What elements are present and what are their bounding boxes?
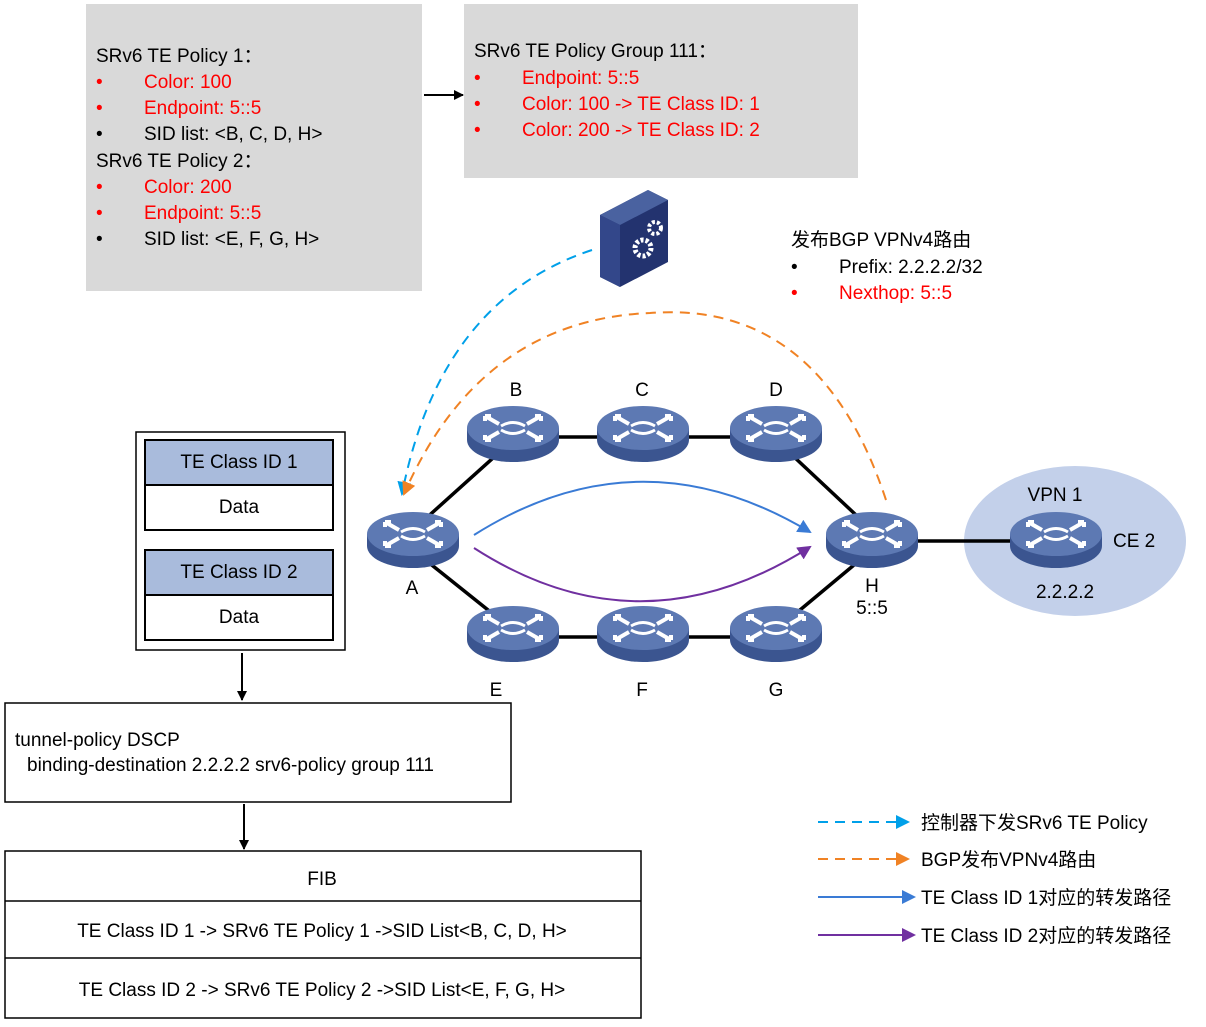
packets-box: TE Class ID 1 Data TE Class ID 2 Data — [135, 431, 346, 651]
label-g: G — [769, 680, 784, 701]
fib-title: FIB — [307, 869, 337, 890]
srv6-diagram: SRv6 TE Policy 1： • Color: 100 • Endpoint:… — [4, 4, 1186, 1019]
label-f: F — [636, 680, 648, 701]
label-ce2: CE 2 — [1113, 531, 1155, 552]
svg-text:•: • — [96, 124, 103, 145]
svg-text:•: • — [96, 98, 103, 119]
bgp-note: 发布BGP VPNv4路由 • Prefix: 2.2.2.2/32 • Nexth… — [791, 229, 983, 304]
group-color-100: Color: 100 -> TE Class ID: 1 — [522, 94, 760, 115]
policy2-color: Color: 200 — [144, 177, 232, 198]
label-h-addr: 5::5 — [856, 598, 888, 619]
router-c[interactable] — [595, 404, 691, 464]
label-d: D — [769, 380, 783, 401]
svg-text:•: • — [474, 68, 481, 89]
svg-text:•: • — [474, 94, 481, 115]
packet1-header: TE Class ID 1 — [180, 452, 297, 473]
router-b[interactable] — [465, 404, 561, 464]
policy2-title: SRv6 TE Policy 2： — [96, 151, 262, 172]
group-endpoint: Endpoint: 5::5 — [522, 68, 639, 89]
bgp-prefix: Prefix: 2.2.2.2/32 — [839, 257, 983, 278]
legend-controller: 控制器下发SRv6 TE Policy — [921, 812, 1148, 834]
label-ce2-addr: 2.2.2.2 — [1036, 582, 1094, 603]
svg-text:•: • — [791, 283, 798, 304]
svg-text:•: • — [474, 120, 481, 141]
group-color-200: Color: 200 -> TE Class ID: 2 — [522, 120, 760, 141]
controller-server-icon — [600, 190, 668, 287]
legend-te-class-2: TE Class ID 2对应的转发路径 — [921, 925, 1171, 947]
fib-table: FIB TE Class ID 1 -> SRv6 TE Policy 1 ->… — [4, 850, 642, 1019]
policy1-title: SRv6 TE Policy 1： — [96, 46, 262, 67]
router-h[interactable] — [824, 510, 920, 570]
fib-row-2: TE Class ID 2 -> SRv6 TE Policy 2 ->SID … — [79, 980, 565, 1001]
svg-text:•: • — [96, 72, 103, 93]
policy2-sidlist: SID list: <E, F, G, H> — [144, 229, 319, 250]
legend-bgp: BGP发布VPNv4路由 — [921, 849, 1096, 871]
packet1-body: Data — [219, 497, 260, 518]
svg-text:•: • — [96, 229, 103, 250]
group-title: SRv6 TE Policy Group 111： — [474, 41, 717, 62]
router-f[interactable] — [595, 604, 691, 664]
label-vpn: VPN 1 — [1028, 485, 1083, 506]
policy1-endpoint: Endpoint: 5::5 — [144, 98, 261, 119]
bgp-note-title: 发布BGP VPNv4路由 — [791, 229, 971, 251]
fib-row-1: TE Class ID 1 -> SRv6 TE Policy 1 ->SID … — [77, 921, 567, 942]
label-b: B — [510, 380, 523, 401]
policy2-endpoint: Endpoint: 5::5 — [144, 203, 261, 224]
tunnel-policy-box: tunnel-policy DSCP binding-destination 2… — [4, 702, 512, 803]
label-h: H — [865, 576, 879, 597]
label-c: C — [635, 380, 649, 401]
bgp-nexthop: Nexthop: 5::5 — [839, 283, 952, 304]
router-g[interactable] — [728, 604, 824, 664]
policy-group-box: SRv6 TE Policy Group 111： • Endpoint: 5::… — [464, 4, 858, 178]
packet2-body: Data — [219, 607, 260, 628]
legend: 控制器下发SRv6 TE Policy BGP发布VPNv4路由 TE Clas… — [818, 812, 1171, 947]
svg-text:•: • — [96, 203, 103, 224]
svg-text:•: • — [791, 257, 798, 278]
label-a: A — [406, 578, 419, 599]
svg-text:•: • — [96, 177, 103, 198]
legend-te-class-1: TE Class ID 1对应的转发路径 — [921, 887, 1171, 909]
packet2-header: TE Class ID 2 — [180, 562, 297, 583]
tunnel-policy-line1: tunnel-policy DSCP — [15, 730, 180, 751]
router-ce2[interactable] — [1008, 510, 1104, 570]
router-e[interactable] — [465, 604, 561, 664]
router-d[interactable] — [728, 404, 824, 464]
policies-box: SRv6 TE Policy 1： • Color: 100 • Endpoint:… — [86, 4, 422, 291]
te-class-1-path — [473, 480, 812, 536]
tunnel-policy-line2: binding-destination 2.2.2.2 srv6-policy … — [27, 755, 434, 776]
policy1-sidlist: SID list: <B, C, D, H> — [144, 124, 322, 145]
policy1-color: Color: 100 — [144, 72, 232, 93]
router-a[interactable] — [365, 510, 461, 570]
te-class-2-path — [473, 545, 812, 603]
label-e: E — [490, 680, 503, 701]
